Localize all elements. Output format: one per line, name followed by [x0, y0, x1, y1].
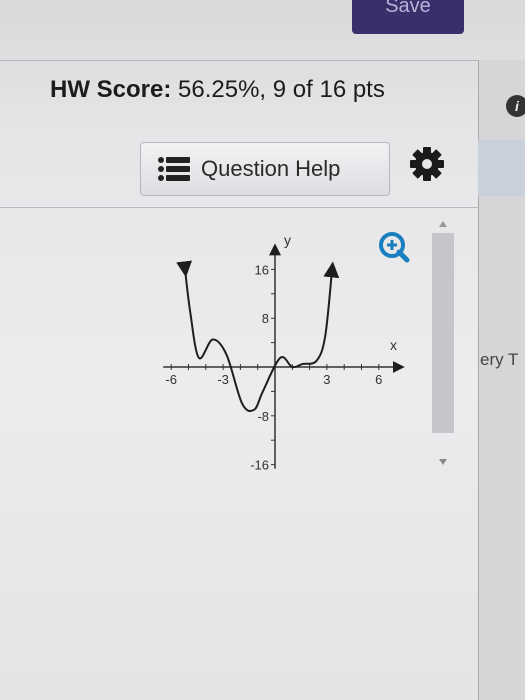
cropped-question-text: ery T — [480, 350, 519, 369]
graph-curve — [176, 260, 340, 413]
scroll-thumb[interactable] — [432, 233, 454, 433]
right-panel-band — [478, 140, 525, 196]
hw-score: HW Score: 56.25%, 9 of 16 pts — [50, 76, 385, 104]
gear-icon[interactable] — [408, 145, 446, 183]
x-tick-label: -3 — [217, 372, 229, 387]
function-curve — [176, 260, 340, 413]
y-tick-label: 8 — [262, 311, 269, 326]
graph-axes — [163, 243, 405, 469]
function-graph: -6 -3 3 6 16 8 -8 -16 x y — [163, 232, 410, 473]
x-tick-label: -6 — [165, 372, 177, 387]
y-tick-label: 16 — [255, 262, 269, 277]
list-icon — [158, 157, 190, 181]
content-divider — [0, 207, 478, 208]
hw-score-value: 56.25%, 9 of 16 pts — [178, 76, 385, 103]
header-divider — [0, 60, 478, 61]
x-tick-label: 3 — [323, 372, 330, 387]
info-icon[interactable]: i — [506, 95, 525, 117]
question-help-button[interactable]: Question Help — [140, 142, 390, 196]
hw-score-label: HW Score: — [50, 76, 172, 103]
zoom-in-icon[interactable] — [379, 232, 410, 263]
graph-area: -6 -3 3 6 16 8 -8 -16 x y — [140, 210, 470, 500]
y-tick-label: -8 — [257, 409, 269, 424]
y-tick-label: -16 — [250, 458, 269, 473]
save-button[interactable]: Save — [352, 0, 464, 34]
y-axis-label: y — [284, 232, 291, 248]
x-tick-label: 6 — [375, 372, 382, 387]
x-axis-label: x — [390, 337, 397, 353]
scroll-up-arrow-icon[interactable] — [428, 213, 458, 233]
question-help-label: Question Help — [201, 156, 341, 181]
scroll-down-arrow-icon[interactable] — [428, 453, 458, 473]
scrollbar[interactable] — [428, 205, 458, 475]
